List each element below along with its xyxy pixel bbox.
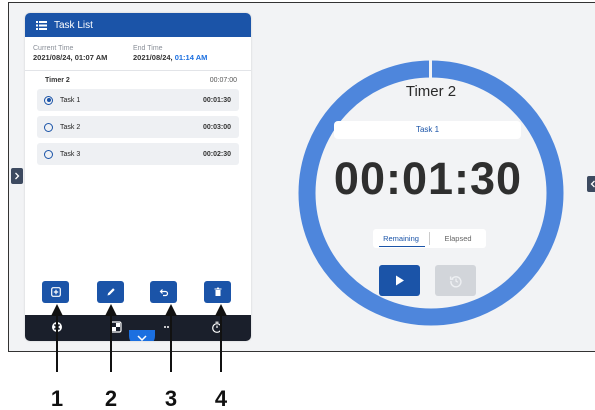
timer-name: Timer 2 [45, 77, 70, 84]
task-duration: 00:02:30 [202, 150, 231, 158]
task-item-1[interactable]: Task 1 00:01:30 [37, 89, 239, 111]
tools-icon[interactable] [51, 321, 63, 333]
callout-1: 1 [50, 386, 64, 410]
panel-title: Task List [54, 19, 93, 31]
task-duration: 00:01:30 [202, 96, 231, 104]
panel-header: Task List [25, 13, 251, 37]
list-icon [36, 20, 47, 30]
task-item-2[interactable]: Task 2 00:03:00 [37, 116, 239, 138]
reset-icon [449, 275, 462, 288]
add-button[interactable] [42, 281, 69, 303]
undo-button[interactable] [150, 281, 177, 303]
current-time-block: Current Time 2021/08/24, 01:07 AM [33, 45, 133, 62]
end-time-block: End Time 2021/08/24, 01:14 AM [133, 45, 233, 62]
expand-right-button[interactable] [587, 176, 595, 192]
end-time-label: End Time [133, 45, 163, 52]
chevron-down-icon [137, 335, 147, 341]
task-name: Task 3 [60, 150, 81, 158]
end-time-value: 2021/08/24, 01:14 AM [133, 53, 233, 62]
more-icon[interactable] [162, 321, 174, 333]
callout-4: 4 [214, 386, 228, 410]
time-info: Current Time 2021/08/24, 01:07 AM End Ti… [25, 37, 251, 62]
callout-3: 3 [164, 386, 178, 410]
countdown-display: 00:01:30 [333, 153, 523, 204]
current-time-value: 2021/08/24, 01:07 AM [33, 53, 108, 62]
edit-button[interactable] [97, 281, 124, 303]
task-radio[interactable] [44, 149, 53, 159]
app-window: Task List Current Time 2021/08/24, 01:07… [8, 2, 595, 352]
end-time-date: 2021/08/24, [133, 53, 175, 62]
task-name: Task 2 [60, 123, 81, 131]
remaining-tab[interactable]: Remaining [373, 234, 429, 247]
task-list-panel: Task List Current Time 2021/08/24, 01:07… [25, 13, 251, 341]
reset-button[interactable] [435, 265, 476, 296]
chevron-left-icon [590, 180, 595, 188]
timer-title: Timer 2 [405, 83, 457, 100]
action-buttons [25, 281, 251, 307]
widget-icon[interactable] [110, 321, 122, 333]
collapse-toolbar-button[interactable] [129, 330, 155, 341]
add-icon [50, 287, 61, 297]
play-button[interactable] [379, 265, 420, 296]
undo-icon [159, 289, 168, 297]
timer-total: 00:07:00 [209, 77, 237, 84]
elapsed-tab[interactable]: Elapsed [430, 234, 486, 243]
edit-icon [107, 288, 115, 296]
current-time-label: Current Time [33, 45, 74, 52]
current-task-label: Task 1 [334, 121, 521, 139]
chevron-right-icon [15, 172, 20, 180]
play-icon [395, 275, 404, 286]
task-radio-selected[interactable] [44, 95, 53, 105]
task-radio[interactable] [44, 122, 53, 132]
task-item-3[interactable]: Task 3 00:02:30 [37, 143, 239, 165]
timer-icon[interactable] [211, 321, 223, 333]
delete-button[interactable] [204, 281, 231, 303]
task-duration: 00:03:00 [202, 123, 231, 131]
callout-2: 2 [104, 386, 118, 410]
time-mode-toggle: Remaining Elapsed [373, 229, 486, 248]
delete-icon [214, 287, 221, 296]
end-time-clock: 01:14 AM [174, 53, 208, 62]
timer-summary: Timer 2 00:07:00 [25, 71, 251, 84]
task-name: Task 1 [60, 96, 81, 104]
expand-left-button[interactable] [11, 168, 23, 184]
